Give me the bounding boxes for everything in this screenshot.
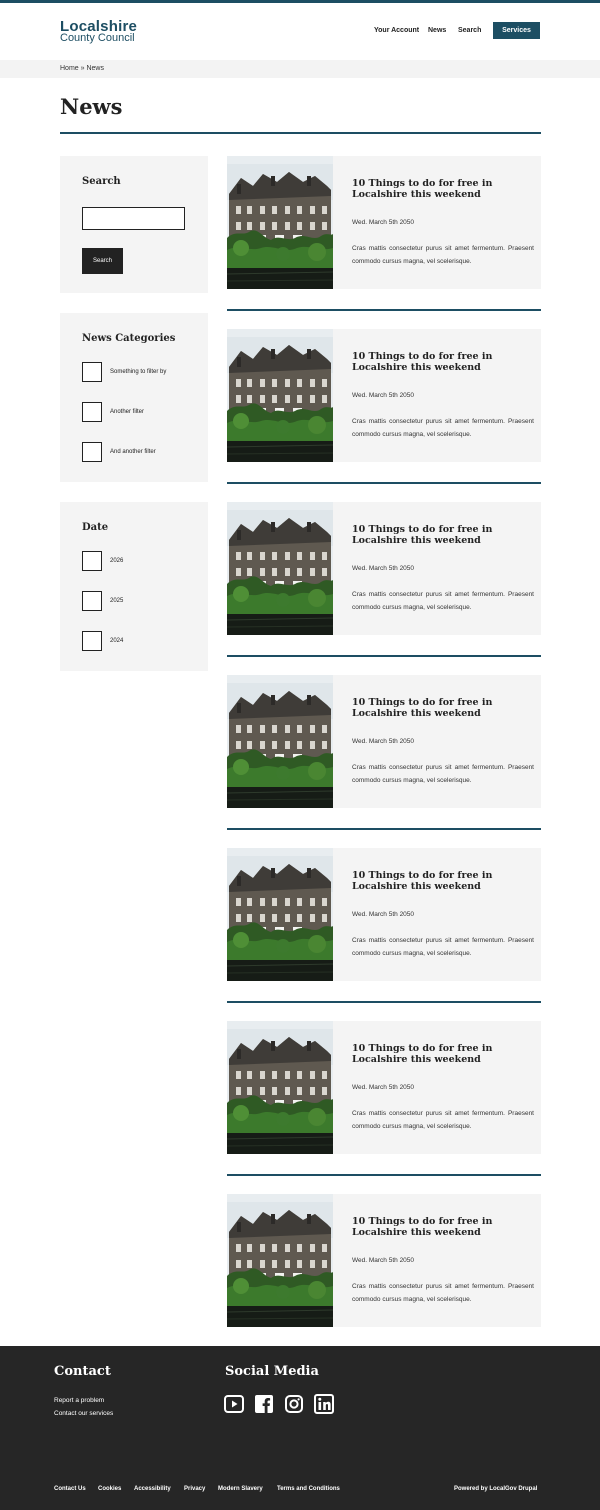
news-card[interactable]: 10 Things to do for free in Localshire t…	[227, 675, 541, 808]
date-panel: Date 2026 2025 2024	[60, 502, 208, 671]
news-card-image[interactable]	[227, 156, 333, 289]
news-card[interactable]: 10 Things to do for free in Localshire t…	[227, 848, 541, 981]
news-card-date: Wed. March 5th 2050	[352, 565, 415, 572]
news-card[interactable]: 10 Things to do for free in Localshire t…	[227, 1021, 541, 1154]
footer-contact-title: Contact	[54, 1364, 111, 1379]
breadcrumb[interactable]: Home » News	[60, 65, 104, 72]
news-card-divider	[227, 1001, 541, 1003]
news-card-title[interactable]: 10 Things to do for free in Localshire t…	[352, 524, 532, 546]
news-card[interactable]: 10 Things to do for free in Localshire t…	[227, 156, 541, 289]
linkedin-icon[interactable]	[314, 1394, 334, 1414]
site-footer: Contact Report a problem Contact our ser…	[0, 1346, 600, 1510]
category-checkbox[interactable]	[82, 402, 102, 422]
news-card-title[interactable]: 10 Things to do for free in Localshire t…	[352, 1043, 532, 1065]
news-card-divider	[227, 482, 541, 484]
footer-link-privacy[interactable]: Privacy	[184, 1486, 205, 1492]
footer-link-accessibility[interactable]: Accessibility	[134, 1486, 171, 1492]
news-card[interactable]: 10 Things to do for free in Localshire t…	[227, 502, 541, 635]
news-card-image[interactable]	[227, 1021, 333, 1154]
category-label[interactable]: Something to filter by	[110, 369, 166, 375]
date-label[interactable]: 2026	[110, 558, 123, 564]
news-card[interactable]: 10 Things to do for free in Localshire t…	[227, 329, 541, 462]
title-divider	[60, 132, 541, 134]
news-card-title[interactable]: 10 Things to do for free in Localshire t…	[352, 351, 532, 373]
footer-link-cookies[interactable]: Cookies	[98, 1486, 121, 1492]
footer-link-terms[interactable]: Terms and Conditions	[277, 1486, 340, 1492]
news-card-excerpt: Cras mattis consectetur purus sit amet f…	[352, 1110, 534, 1130]
news-card-excerpt: Cras mattis consectetur purus sit amet f…	[352, 418, 534, 438]
site-logo-subtitle[interactable]: County Council	[60, 32, 135, 44]
date-checkbox[interactable]	[82, 551, 102, 571]
footer-link-contact-us[interactable]: Contact Us	[54, 1486, 86, 1492]
instagram-icon[interactable]	[284, 1394, 304, 1414]
category-checkbox[interactable]	[82, 442, 102, 462]
services-button[interactable]: Services	[493, 22, 540, 39]
category-label[interactable]: Another filter	[110, 409, 144, 415]
news-card-title[interactable]: 10 Things to do for free in Localshire t…	[352, 697, 532, 719]
news-card-date: Wed. March 5th 2050	[352, 219, 415, 226]
footer-link-report-problem[interactable]: Report a problem	[54, 1397, 104, 1404]
date-label[interactable]: 2025	[110, 598, 123, 604]
search-input[interactable]	[82, 207, 185, 230]
news-card-image[interactable]	[227, 675, 333, 808]
news-card-divider	[227, 828, 541, 830]
footer-social-title: Social Media	[225, 1364, 319, 1379]
news-card-date: Wed. March 5th 2050	[352, 911, 415, 918]
nav-search[interactable]: Search	[458, 27, 481, 34]
category-checkbox[interactable]	[82, 362, 102, 382]
news-card-date: Wed. March 5th 2050	[352, 738, 415, 745]
youtube-icon[interactable]	[224, 1394, 244, 1414]
news-card-image[interactable]	[227, 1194, 333, 1327]
category-label[interactable]: And another filter	[110, 449, 156, 455]
news-card-title[interactable]: 10 Things to do for free in Localshire t…	[352, 178, 532, 200]
news-card-image[interactable]	[227, 329, 333, 462]
facebook-icon[interactable]	[254, 1394, 274, 1414]
search-panel-title: Search	[82, 176, 121, 187]
breadcrumb-bar: Home » News	[0, 60, 600, 78]
news-card-date: Wed. March 5th 2050	[352, 1084, 415, 1091]
site-header: Localshire County Council Your Account N…	[0, 3, 600, 60]
date-panel-title: Date	[82, 522, 109, 533]
news-card-excerpt: Cras mattis consectetur purus sit amet f…	[352, 591, 534, 611]
news-card-excerpt: Cras mattis consectetur purus sit amet f…	[352, 1283, 534, 1303]
categories-panel: News Categories Something to filter by A…	[60, 313, 208, 482]
news-card-image[interactable]	[227, 848, 333, 981]
news-card[interactable]: 10 Things to do for free in Localshire t…	[227, 1194, 541, 1327]
news-card-divider	[227, 655, 541, 657]
news-card-divider	[227, 1174, 541, 1176]
news-card-date: Wed. March 5th 2050	[352, 1257, 415, 1264]
nav-news[interactable]: News	[428, 27, 446, 34]
news-card-title[interactable]: 10 Things to do for free in Localshire t…	[352, 1216, 532, 1238]
news-card-date: Wed. March 5th 2050	[352, 392, 415, 399]
news-card-title[interactable]: 10 Things to do for free in Localshire t…	[352, 870, 532, 892]
news-card-excerpt: Cras mattis consectetur purus sit amet f…	[352, 764, 534, 784]
search-button[interactable]: Search	[82, 248, 123, 274]
page-title: News	[60, 94, 123, 119]
powered-by: Powered by LocalGov Drupal	[454, 1486, 538, 1492]
search-panel: Search Search	[60, 156, 208, 293]
news-card-divider	[227, 309, 541, 311]
footer-link-modern-slavery[interactable]: Modern Slavery	[218, 1486, 263, 1492]
categories-panel-title: News Categories	[82, 333, 176, 344]
news-card-image[interactable]	[227, 502, 333, 635]
news-card-excerpt: Cras mattis consectetur purus sit amet f…	[352, 245, 534, 265]
nav-your-account[interactable]: Your Account	[374, 27, 419, 34]
footer-link-contact-services[interactable]: Contact our services	[54, 1410, 113, 1417]
date-checkbox[interactable]	[82, 591, 102, 611]
date-label[interactable]: 2024	[110, 638, 123, 644]
news-card-excerpt: Cras mattis consectetur purus sit amet f…	[352, 937, 534, 957]
date-checkbox[interactable]	[82, 631, 102, 651]
